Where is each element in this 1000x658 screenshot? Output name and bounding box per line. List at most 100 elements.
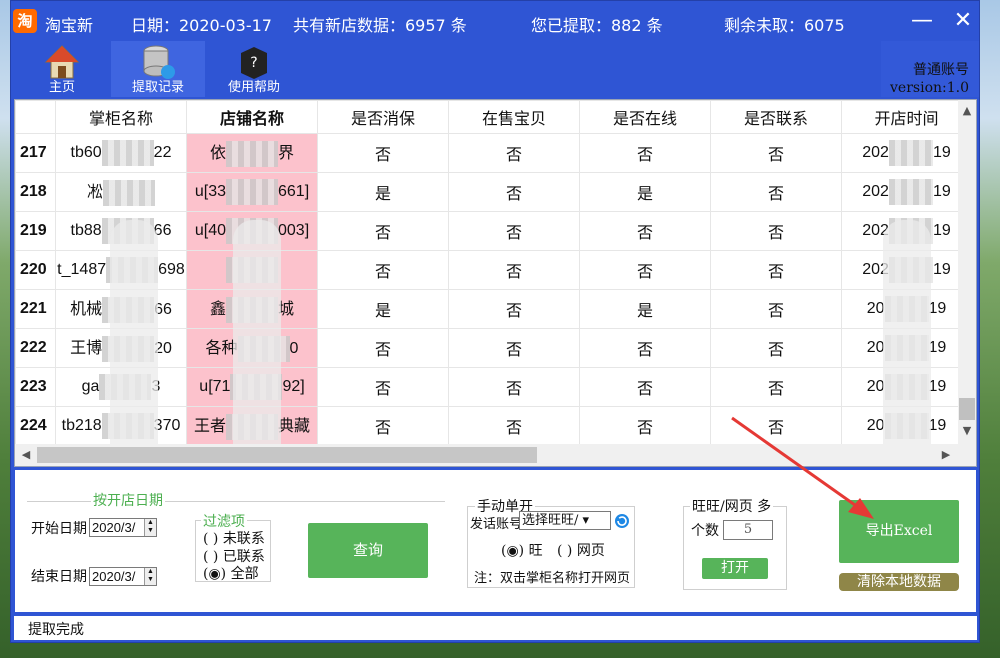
on-sale-cell[interactable]: 否 [448, 328, 580, 368]
scroll-up-arrow-icon[interactable]: ▲ [958, 102, 976, 120]
table-row[interactable]: 221 机械 66 鑫城是否是否 20 19 [15, 289, 972, 329]
radio-wangwang[interactable]: (◉) 旺 [501, 540, 543, 560]
count-input[interactable]: 5 [723, 520, 773, 540]
on-sale-cell[interactable]: 否 [448, 406, 580, 446]
end-date-picker[interactable]: 2020/3/ ▲ ▼ [89, 567, 157, 586]
on-sale-cell[interactable]: 否 [448, 367, 580, 407]
online-cell[interactable]: 否 [579, 328, 711, 368]
row-number[interactable]: 218 [15, 172, 56, 212]
horizontal-scroll-thumb[interactable] [37, 447, 537, 463]
contacted-cell[interactable]: 否 [710, 289, 842, 329]
cell-text: 202 [862, 183, 889, 201]
cell-text: 698 [158, 261, 185, 279]
home-button[interactable]: 主页 [15, 41, 109, 97]
table-row[interactable]: 224 tb218 370 王者 典藏否否否否 20 19 [15, 406, 972, 446]
scroll-left-arrow-icon[interactable]: ◀ [17, 446, 35, 464]
online-cell[interactable]: 否 [579, 367, 711, 407]
online-cell[interactable]: 是 [579, 289, 711, 329]
open-date-cell[interactable]: 202 19 [841, 133, 972, 173]
help-box-icon: ? [241, 47, 267, 79]
table-row[interactable]: 222 王博 20 各种 0 否否否否 20 19 [15, 328, 972, 368]
filter-option-uncontacted[interactable]: ( ) 未联系 [203, 528, 265, 548]
column-header[interactable]: 店铺名称 [186, 100, 318, 134]
open-button[interactable]: 打开 [702, 558, 768, 579]
cell-text: 224 [20, 417, 47, 434]
column-header[interactable]: 是否消保 [317, 100, 449, 134]
vertical-scroll-thumb[interactable] [959, 398, 975, 420]
on-sale-cell[interactable]: 否 [448, 133, 580, 173]
on-sale-cell[interactable]: 否 [448, 211, 580, 251]
radio-web[interactable]: ( ) 网页 [557, 540, 605, 560]
protection-cell[interactable]: 否 [317, 211, 449, 251]
table-row[interactable]: 223ga3u[7192]否否否否2019 [15, 367, 972, 407]
contacted-cell[interactable]: 否 [710, 406, 842, 446]
table-row[interactable]: 218 凇 u[33 661] 是 否 是 否 202 19 [15, 172, 972, 212]
on-sale-cell[interactable]: 否 [448, 289, 580, 329]
contacted-cell[interactable]: 否 [710, 250, 842, 290]
online-cell[interactable]: 否 [579, 406, 711, 446]
row-number[interactable]: 220 [15, 250, 56, 290]
spinner-icon[interactable]: ▲ ▼ [144, 519, 156, 536]
online-cell[interactable]: 否 [579, 211, 711, 251]
status-text: 提取完成 [28, 622, 84, 638]
table-row[interactable]: 219 tb88 66 u[40 003] 否否否否 202 19 [15, 211, 972, 251]
online-cell[interactable]: 是 [579, 172, 711, 212]
query-button[interactable]: 查询 [308, 523, 428, 578]
protection-cell[interactable]: 否 [317, 406, 449, 446]
protection-cell[interactable]: 是 [317, 289, 449, 329]
cell-text: 否 [374, 420, 391, 437]
column-header[interactable]: 开店时间 [841, 100, 972, 134]
cell-text: 19 [932, 222, 951, 240]
table-row[interactable]: 217 tb60 22 依界否否否否 202 19 [15, 133, 972, 173]
row-number[interactable]: 224 [15, 406, 56, 446]
cell-text: 219 [20, 222, 47, 239]
scroll-right-arrow-icon[interactable]: ▶ [937, 446, 955, 464]
contacted-cell[interactable]: 否 [710, 328, 842, 368]
help-button[interactable]: ? 使用帮助 [207, 41, 301, 97]
column-header[interactable]: 掌柜名称 [55, 100, 187, 134]
refresh-icon[interactable] [614, 513, 630, 529]
open-date-cell[interactable]: 202 19 [841, 172, 972, 212]
records-button[interactable]: 提取记录 [111, 41, 205, 97]
protection-cell[interactable]: 否 [317, 250, 449, 290]
column-header[interactable]: 是否联系 [710, 100, 842, 134]
column-header[interactable]: 在售宝贝 [448, 100, 580, 134]
filter-option-all[interactable]: (◉) 全部 [203, 563, 259, 583]
owner-name-cell[interactable]: tb60 22 [55, 133, 187, 173]
minimize-button[interactable]: — [907, 7, 937, 37]
row-number[interactable]: 219 [15, 211, 56, 251]
online-cell[interactable]: 否 [579, 250, 711, 290]
column-header[interactable]: 是否在线 [579, 100, 711, 134]
wangwang-select[interactable]: 选择旺旺/ ▾ [519, 511, 611, 530]
vertical-scrollbar[interactable]: ▲ ▼ [958, 100, 976, 444]
contacted-cell[interactable]: 否 [710, 172, 842, 212]
cell-text: 否 [636, 420, 653, 437]
contacted-cell[interactable]: 否 [710, 133, 842, 173]
row-number[interactable]: 222 [15, 328, 56, 368]
protection-cell[interactable]: 否 [317, 367, 449, 407]
protection-cell[interactable]: 否 [317, 133, 449, 173]
spinner-icon[interactable]: ▲ ▼ [144, 568, 156, 585]
data-grid[interactable]: 掌柜名称 店铺名称 是否消保 在售宝贝 是否在线 是否联系 开店时间 217 tb… [14, 99, 977, 467]
on-sale-cell[interactable]: 否 [448, 172, 580, 212]
row-number[interactable]: 217 [15, 133, 56, 173]
clear-local-data-button[interactable]: 清除本地数据 [839, 573, 959, 591]
online-cell[interactable]: 否 [579, 133, 711, 173]
owner-name-cell[interactable]: 凇 [55, 172, 187, 212]
contacted-cell[interactable]: 否 [710, 211, 842, 251]
redaction-blur [883, 220, 931, 466]
shop-name-cell[interactable]: 依界 [186, 133, 318, 173]
row-number[interactable]: 221 [15, 289, 56, 329]
row-number[interactable]: 223 [15, 367, 56, 407]
protection-cell[interactable]: 否 [317, 328, 449, 368]
on-sale-cell[interactable]: 否 [448, 250, 580, 290]
export-excel-button[interactable]: 导出Excel [839, 500, 959, 563]
shop-name-cell[interactable]: u[33 661] [186, 172, 318, 212]
close-button[interactable]: ✕ [948, 7, 978, 37]
contacted-cell[interactable]: 否 [710, 367, 842, 407]
table-row[interactable]: 220 t_1487 698 否否否否 202 19 [15, 250, 972, 290]
horizontal-scrollbar[interactable]: ◀ ▶ [15, 444, 976, 466]
scroll-down-arrow-icon[interactable]: ▼ [958, 422, 976, 440]
protection-cell[interactable]: 是 [317, 172, 449, 212]
start-date-picker[interactable]: 2020/3/ ▲ ▼ [89, 518, 157, 537]
